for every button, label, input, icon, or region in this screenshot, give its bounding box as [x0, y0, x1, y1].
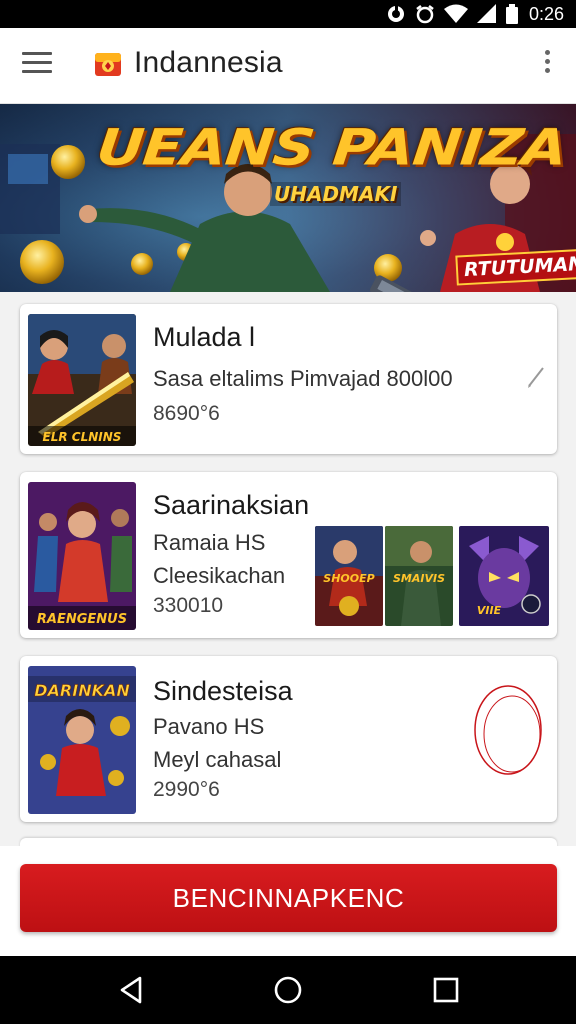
game-number: 330010 — [153, 594, 224, 617]
preview-thumbnail[interactable]: SMAIVIS — [385, 526, 453, 626]
game-number: 8690°6 — [153, 402, 220, 425]
preview-thumbnail[interactable]: VIIE — [459, 526, 549, 626]
game-title: Sindesteisa — [153, 676, 293, 706]
thumbnail-caption: ELR CLNINS — [43, 430, 122, 444]
game-subtitle: Ramaia HS — [153, 530, 266, 555]
thumbnail-caption: DARINKAN — [34, 681, 130, 700]
app-logo-icon — [95, 53, 121, 76]
sync-icon — [387, 6, 404, 22]
game-developer: Meyl cahasal — [153, 747, 282, 772]
bottom-action-area: BENCINNAPKENC — [0, 846, 576, 956]
edit-icon[interactable] — [525, 364, 547, 390]
app-screen: 0:26 Indannesia UEANS PANIZA UHADMAKI RT… — [0, 0, 576, 1024]
preview-caption: VIIE — [477, 604, 502, 617]
banner-subtitle: UHADMAKI — [270, 182, 402, 206]
thumbnail-caption: RAENGENUS — [37, 612, 127, 627]
alarm-icon — [416, 5, 434, 24]
game-subtitle: Pavano HS — [153, 714, 265, 739]
app-bar: Indannesia — [0, 28, 576, 104]
preview-thumbnail[interactable]: SHOOEP — [315, 526, 383, 626]
signal-icon — [476, 4, 496, 23]
game-thumbnail: DARINKAN — [28, 666, 136, 814]
banner-title: UEANS PANIZA — [93, 118, 570, 177]
game-number: 2990°6 — [153, 778, 220, 801]
game-subtitle: Sasa eltalims Pimvajad 800l00 — [153, 366, 453, 391]
status-clock: 0:26 — [528, 3, 564, 24]
back-icon[interactable] — [116, 974, 148, 1006]
status-icons: 0:26 — [386, 3, 564, 25]
recents-icon[interactable] — [430, 974, 462, 1006]
circle-icon[interactable] — [468, 680, 548, 780]
primary-action-button[interactable]: BENCINNAPKENC — [20, 864, 557, 932]
battery-icon — [505, 4, 518, 24]
system-nav-bar — [0, 956, 576, 1024]
wifi-icon — [443, 4, 468, 23]
hero-banner[interactable]: UEANS PANIZA UHADMAKI RTUTUMAN — [0, 104, 576, 292]
game-card[interactable]: RAENGENUS Saarinaksian Ramaia HS Cleesik… — [20, 472, 557, 638]
game-card[interactable]: DARINKAN Sindesteisa Pavano HS Meyl caha… — [20, 656, 557, 822]
preview-caption: SHOOEP — [323, 572, 374, 585]
game-card[interactable]: ELR CLNINS Mulada l Sasa eltalims Pimvaj… — [20, 304, 557, 454]
status-bar: 0:26 — [0, 0, 576, 28]
preview-caption: SMAIVIS — [393, 572, 445, 585]
app-title: Indannesia — [134, 46, 283, 79]
overflow-menu-icon[interactable] — [540, 50, 554, 80]
home-icon[interactable] — [272, 974, 304, 1006]
game-thumbnail: ELR CLNINS — [28, 314, 136, 446]
game-thumbnail: RAENGENUS — [28, 482, 136, 630]
menu-icon[interactable] — [22, 52, 54, 78]
game-developer: Cleesikachan — [153, 563, 286, 588]
game-title: Saarinaksian — [153, 490, 310, 520]
game-title: Mulada l — [153, 322, 256, 352]
banner-tag: RTUTUMAN — [455, 248, 576, 286]
